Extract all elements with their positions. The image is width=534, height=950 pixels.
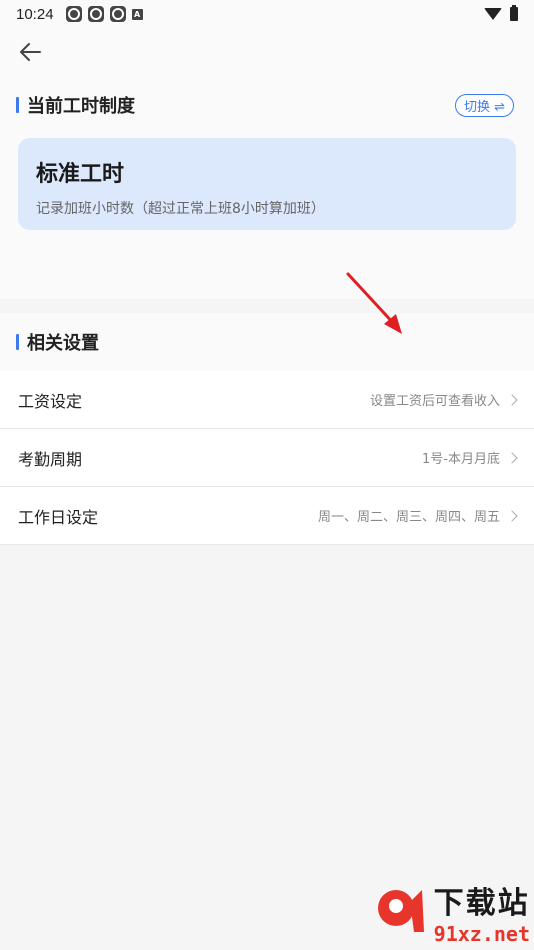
chevron-right-icon [506, 393, 518, 406]
section-title: 相关设置 [27, 333, 99, 354]
attendance-cycle-row[interactable]: 考勤周期 1号-本月月底 [0, 429, 534, 487]
settings-section: 相关设置 工资设定 设置工资后可查看收入 考勤周期 1号-本月月底 工作日设定 … [0, 313, 534, 545]
row-value: 设置工资后可查看收入 [369, 394, 500, 409]
notification-icons: A [65, 6, 143, 22]
a-badge-icon: A [131, 8, 143, 20]
section-accent-bar [16, 334, 19, 350]
back-arrow-icon[interactable] [16, 38, 44, 66]
watermark-logo-icon [377, 890, 424, 932]
battery-icon [510, 5, 518, 21]
status-time: 10:24 [16, 5, 54, 23]
app-notification-icon [65, 6, 82, 22]
row-label: 工作日设定 [18, 507, 99, 527]
status-right [484, 5, 518, 21]
work-system-card: 标准工时 记录加班小时数（超过正常上班8小时算加班） [18, 138, 516, 230]
annotation-arrow-icon [346, 272, 402, 334]
card-description: 记录加班小时数（超过正常上班8小时算加班） [36, 201, 325, 217]
status-bar: 10:24 A [0, 0, 534, 28]
salary-setting-row[interactable]: 工资设定 设置工资后可查看收入 [0, 371, 534, 429]
app-notification-icon [87, 6, 104, 22]
watermark-cn: 下载站 [433, 886, 530, 921]
card-title: 标准工时 [36, 162, 125, 187]
chevron-right-icon [506, 451, 518, 464]
row-label: 考勤周期 [18, 449, 83, 469]
section-header: 相关设置 [0, 313, 534, 371]
switch-button[interactable]: 切换 ⇌ [454, 94, 514, 117]
row-value: 1号-本月月底 [422, 452, 500, 467]
section-header: 当前工时制度 切换 ⇌ [0, 76, 534, 134]
section-accent-bar [16, 97, 19, 113]
nav-bar [0, 28, 534, 76]
app-notification-icon [109, 6, 126, 22]
wifi-icon [484, 8, 502, 20]
watermark-text: 下载站 91xz.net [434, 878, 530, 946]
watermark: 下载站 91xz.net [370, 878, 530, 946]
section-title: 当前工时制度 [27, 96, 135, 117]
chevron-right-icon [506, 509, 518, 522]
current-system-section: 当前工时制度 切换 ⇌ 标准工时 记录加班小时数（超过正常上班8小时算加班） [0, 76, 534, 299]
watermark-url: 91xz.net [433, 922, 530, 946]
workday-setting-row[interactable]: 工作日设定 周一、周二、周三、周四、周五 [0, 487, 534, 545]
divider-gap [0, 299, 534, 313]
row-value: 周一、周二、周三、周四、周五 [317, 510, 500, 525]
row-label: 工资设定 [18, 391, 83, 411]
